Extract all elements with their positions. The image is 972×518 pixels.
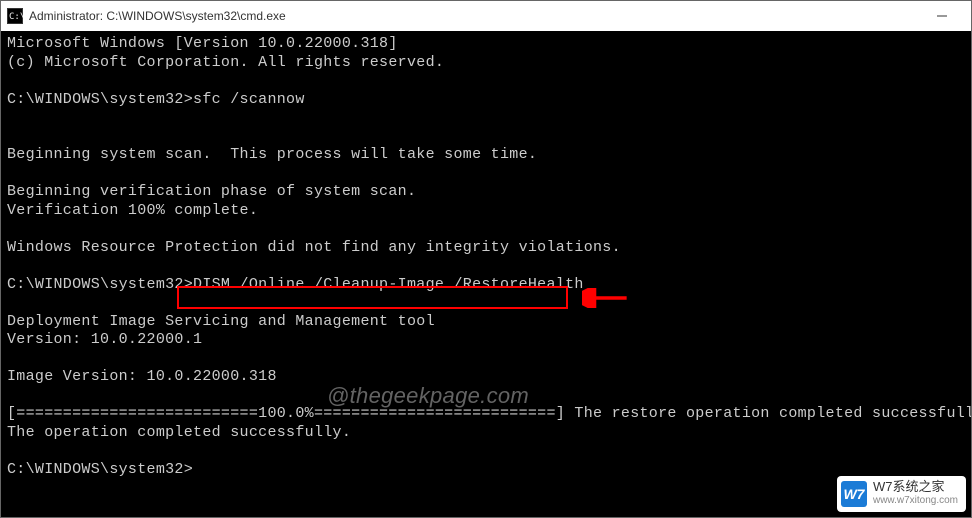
command-sfc: sfc /scannow	[193, 91, 305, 108]
badge-text: W7系统之家 www.w7xitong.com	[873, 480, 958, 508]
prompt: C:\WINDOWS\system32>	[7, 276, 193, 293]
badge-logo-icon: W7	[841, 481, 867, 507]
site-badge: W7 W7系统之家 www.w7xitong.com	[837, 476, 966, 512]
watermark-text: @thegeekpage.com	[327, 387, 529, 406]
window-title: Administrator: C:\WINDOWS\system32\cmd.e…	[29, 9, 913, 23]
prompt: C:\WINDOWS\system32>	[7, 461, 193, 478]
annotation-arrow-icon	[582, 288, 632, 308]
badge-title: W7系统之家	[873, 480, 958, 494]
progress-line: [==========================100.0%=======…	[7, 405, 971, 422]
window-controls	[919, 1, 965, 31]
titlebar[interactable]: C:\ Administrator: C:\WINDOWS\system32\c…	[1, 1, 971, 31]
cmd-window: C:\ Administrator: C:\WINDOWS\system32\c…	[0, 0, 972, 518]
output-line: (c) Microsoft Corporation. All rights re…	[7, 54, 444, 71]
output-line: Verification 100% complete.	[7, 202, 258, 219]
prompt: C:\WINDOWS\system32>	[7, 91, 193, 108]
output-line: Version: 10.0.22000.1	[7, 331, 202, 348]
cmd-icon: C:\	[7, 8, 23, 24]
terminal-output[interactable]: Microsoft Windows [Version 10.0.22000.31…	[1, 31, 971, 517]
output-line: Windows Resource Protection did not find…	[7, 239, 621, 256]
output-line: Beginning system scan. This process will…	[7, 146, 537, 163]
output-line: Deployment Image Servicing and Managemen…	[7, 313, 435, 330]
output-line: Image Version: 10.0.22000.318	[7, 368, 277, 385]
output-line: Beginning verification phase of system s…	[7, 183, 416, 200]
command-dism: DISM /Online /Cleanup-Image /RestoreHeal…	[193, 276, 584, 293]
output-line: The operation completed successfully.	[7, 424, 351, 441]
badge-url: www.w7xitong.com	[873, 494, 958, 508]
output-line: Microsoft Windows [Version 10.0.22000.31…	[7, 35, 398, 52]
minimize-button[interactable]	[919, 1, 965, 31]
svg-text:C:\: C:\	[9, 12, 23, 22]
